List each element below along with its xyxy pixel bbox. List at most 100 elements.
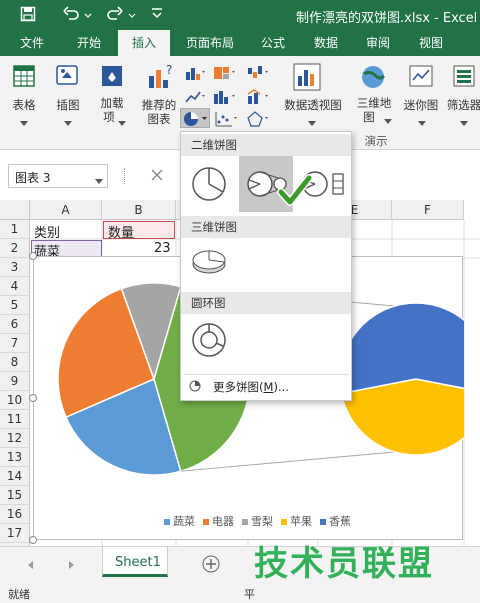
redo-icon[interactable] (106, 5, 124, 23)
more-pie-charts-key: M (263, 380, 274, 394)
row-header-1[interactable]: 1 (0, 220, 30, 239)
add-sheet-icon[interactable] (202, 555, 220, 573)
row-header-14[interactable]: 14 (0, 467, 30, 486)
illustrations-icon[interactable] (54, 64, 80, 88)
scatter-chart-icon[interactable] (214, 110, 240, 128)
addins-icon[interactable] (100, 64, 124, 88)
row-header-4[interactable]: 4 (0, 277, 30, 296)
cancel-icon[interactable] (150, 168, 164, 182)
pie-option[interactable] (189, 164, 229, 204)
chart-handle-bottom-left[interactable] (29, 536, 37, 544)
sparkline-icon[interactable] (408, 64, 434, 88)
legend-item-电器: 电器 (203, 515, 234, 528)
3d-pie-option[interactable] (189, 242, 229, 282)
more-pie-charts-button[interactable]: 更多饼图(M)... (183, 374, 349, 396)
more-pie-charts-text: 更多饼图(M)... (213, 379, 289, 395)
tab-page-layout[interactable]: 页面布局 (178, 30, 242, 56)
tab-review[interactable]: 审阅 (356, 30, 400, 56)
undo-dropdown-icon[interactable] (84, 9, 92, 18)
col-header-a[interactable]: A (30, 200, 102, 220)
sheet-tab-sheet1[interactable]: Sheet1 (102, 547, 168, 577)
pie-chart-gallery: 二维饼图 三维饼图 圆环图 更多饼图(M)... (180, 131, 352, 401)
filter-icon[interactable] (452, 64, 476, 88)
undo-icon[interactable] (62, 5, 80, 23)
redo-dropdown-icon[interactable] (128, 9, 136, 18)
tab-formulas[interactable]: 公式 (250, 30, 296, 56)
pivotchart-button[interactable]: 数据透视图 (280, 98, 346, 112)
name-box-dropdown-icon[interactable] (95, 174, 103, 184)
sparkline-dropdown-icon[interactable] (418, 116, 426, 126)
combo-chart-icon[interactable] (246, 88, 272, 106)
pie-chart-button[interactable] (180, 108, 210, 128)
select-all-corner[interactable] (0, 200, 30, 220)
illustrations-dropdown-icon[interactable] (64, 116, 72, 126)
column-chart-icon[interactable] (184, 64, 208, 82)
row-header-7[interactable]: 7 (0, 334, 30, 353)
hierarchy-chart-icon[interactable] (212, 64, 238, 82)
sheet-prev-icon[interactable] (26, 559, 36, 569)
tab-insert[interactable]: 插入 (118, 30, 170, 56)
table-button[interactable]: 表格 (6, 98, 42, 112)
3d-map-dropdown-icon[interactable] (384, 114, 392, 124)
3d-map-button[interactable]: 三维地 (354, 96, 394, 110)
legend-item-苹果: 苹果 (281, 515, 312, 528)
row-header-8[interactable]: 8 (0, 353, 30, 372)
row-header-6[interactable]: 6 (0, 315, 30, 334)
row-header-16[interactable]: 16 (0, 505, 30, 524)
checkmark-icon (277, 174, 313, 208)
legend-swatch (242, 519, 248, 525)
row-header-9[interactable]: 9 (0, 372, 30, 391)
tab-data[interactable]: 数据 (304, 30, 348, 56)
table-dropdown-icon[interactable] (20, 116, 28, 126)
recommended-charts-icon[interactable]: ? (146, 62, 176, 92)
legend-swatch (281, 519, 287, 525)
recommended-charts-line2: 图表 (147, 112, 171, 126)
cell-b1[interactable]: 数量 (108, 222, 134, 241)
line-chart-icon[interactable] (184, 88, 208, 106)
row-header-11[interactable]: 11 (0, 410, 30, 429)
customize-icon[interactable] (150, 6, 164, 20)
legend-swatch (320, 519, 326, 525)
col-header-f[interactable]: F (392, 200, 464, 220)
3d-map-icon[interactable] (358, 62, 388, 92)
filter-button[interactable]: 筛选器 (444, 98, 480, 112)
filter-dropdown-icon[interactable] (460, 116, 468, 126)
waterfall-chart-icon[interactable] (246, 64, 272, 82)
legend-item-雪梨: 雪梨 (242, 515, 273, 528)
more-pie-charts-label: 更多饼图( (213, 380, 264, 394)
row-header-2[interactable]: 2 (0, 239, 30, 258)
row-header-10[interactable]: 10 (0, 391, 30, 410)
save-icon[interactable] (20, 6, 36, 22)
pivotchart-dropdown-icon[interactable] (308, 116, 316, 126)
table-icon[interactable] (12, 64, 36, 88)
row-header-12[interactable]: 12 (0, 429, 30, 448)
row-header-13[interactable]: 13 (0, 448, 30, 467)
sheet-next-icon[interactable] (66, 559, 76, 569)
sheet-tab-label: Sheet1 (115, 555, 161, 570)
doughnut-option[interactable] (189, 320, 229, 360)
chart-handle-top-left[interactable] (29, 252, 37, 260)
row-header-5[interactable]: 5 (0, 296, 30, 315)
cell-a1[interactable]: 类别 (34, 222, 60, 241)
name-box[interactable]: 图表 3 (8, 164, 108, 188)
ribbon-tabs: 文件 开始 插入 页面布局 公式 数据 审阅 视图 (0, 30, 480, 56)
pivotchart-icon[interactable] (292, 62, 322, 92)
secondary-slice-香蕉[interactable] (339, 302, 464, 395)
statistic-chart-icon[interactable] (212, 88, 238, 106)
tab-view[interactable]: 视图 (408, 30, 454, 56)
col-header-b[interactable]: B (102, 200, 176, 220)
row-header-3[interactable]: 3 (0, 258, 30, 277)
legend-swatch (164, 519, 170, 525)
tab-file[interactable]: 文件 (8, 30, 56, 56)
cell-b2[interactable]: 23 (154, 241, 171, 256)
addins-dropdown-icon[interactable] (118, 116, 126, 126)
chart-handle-left-middle[interactable] (29, 394, 37, 402)
radar-chart-icon[interactable] (246, 110, 272, 128)
illustrations-button[interactable]: 插图 (50, 98, 86, 112)
row-header-17[interactable]: 17 (0, 524, 30, 543)
sparkline-button[interactable]: 迷你图 (400, 98, 442, 112)
addins-button[interactable]: 加载 (94, 96, 130, 110)
row-header-15[interactable]: 15 (0, 486, 30, 505)
tab-home[interactable]: 开始 (64, 30, 114, 56)
recommended-charts-button[interactable]: 推荐的 (138, 98, 180, 112)
